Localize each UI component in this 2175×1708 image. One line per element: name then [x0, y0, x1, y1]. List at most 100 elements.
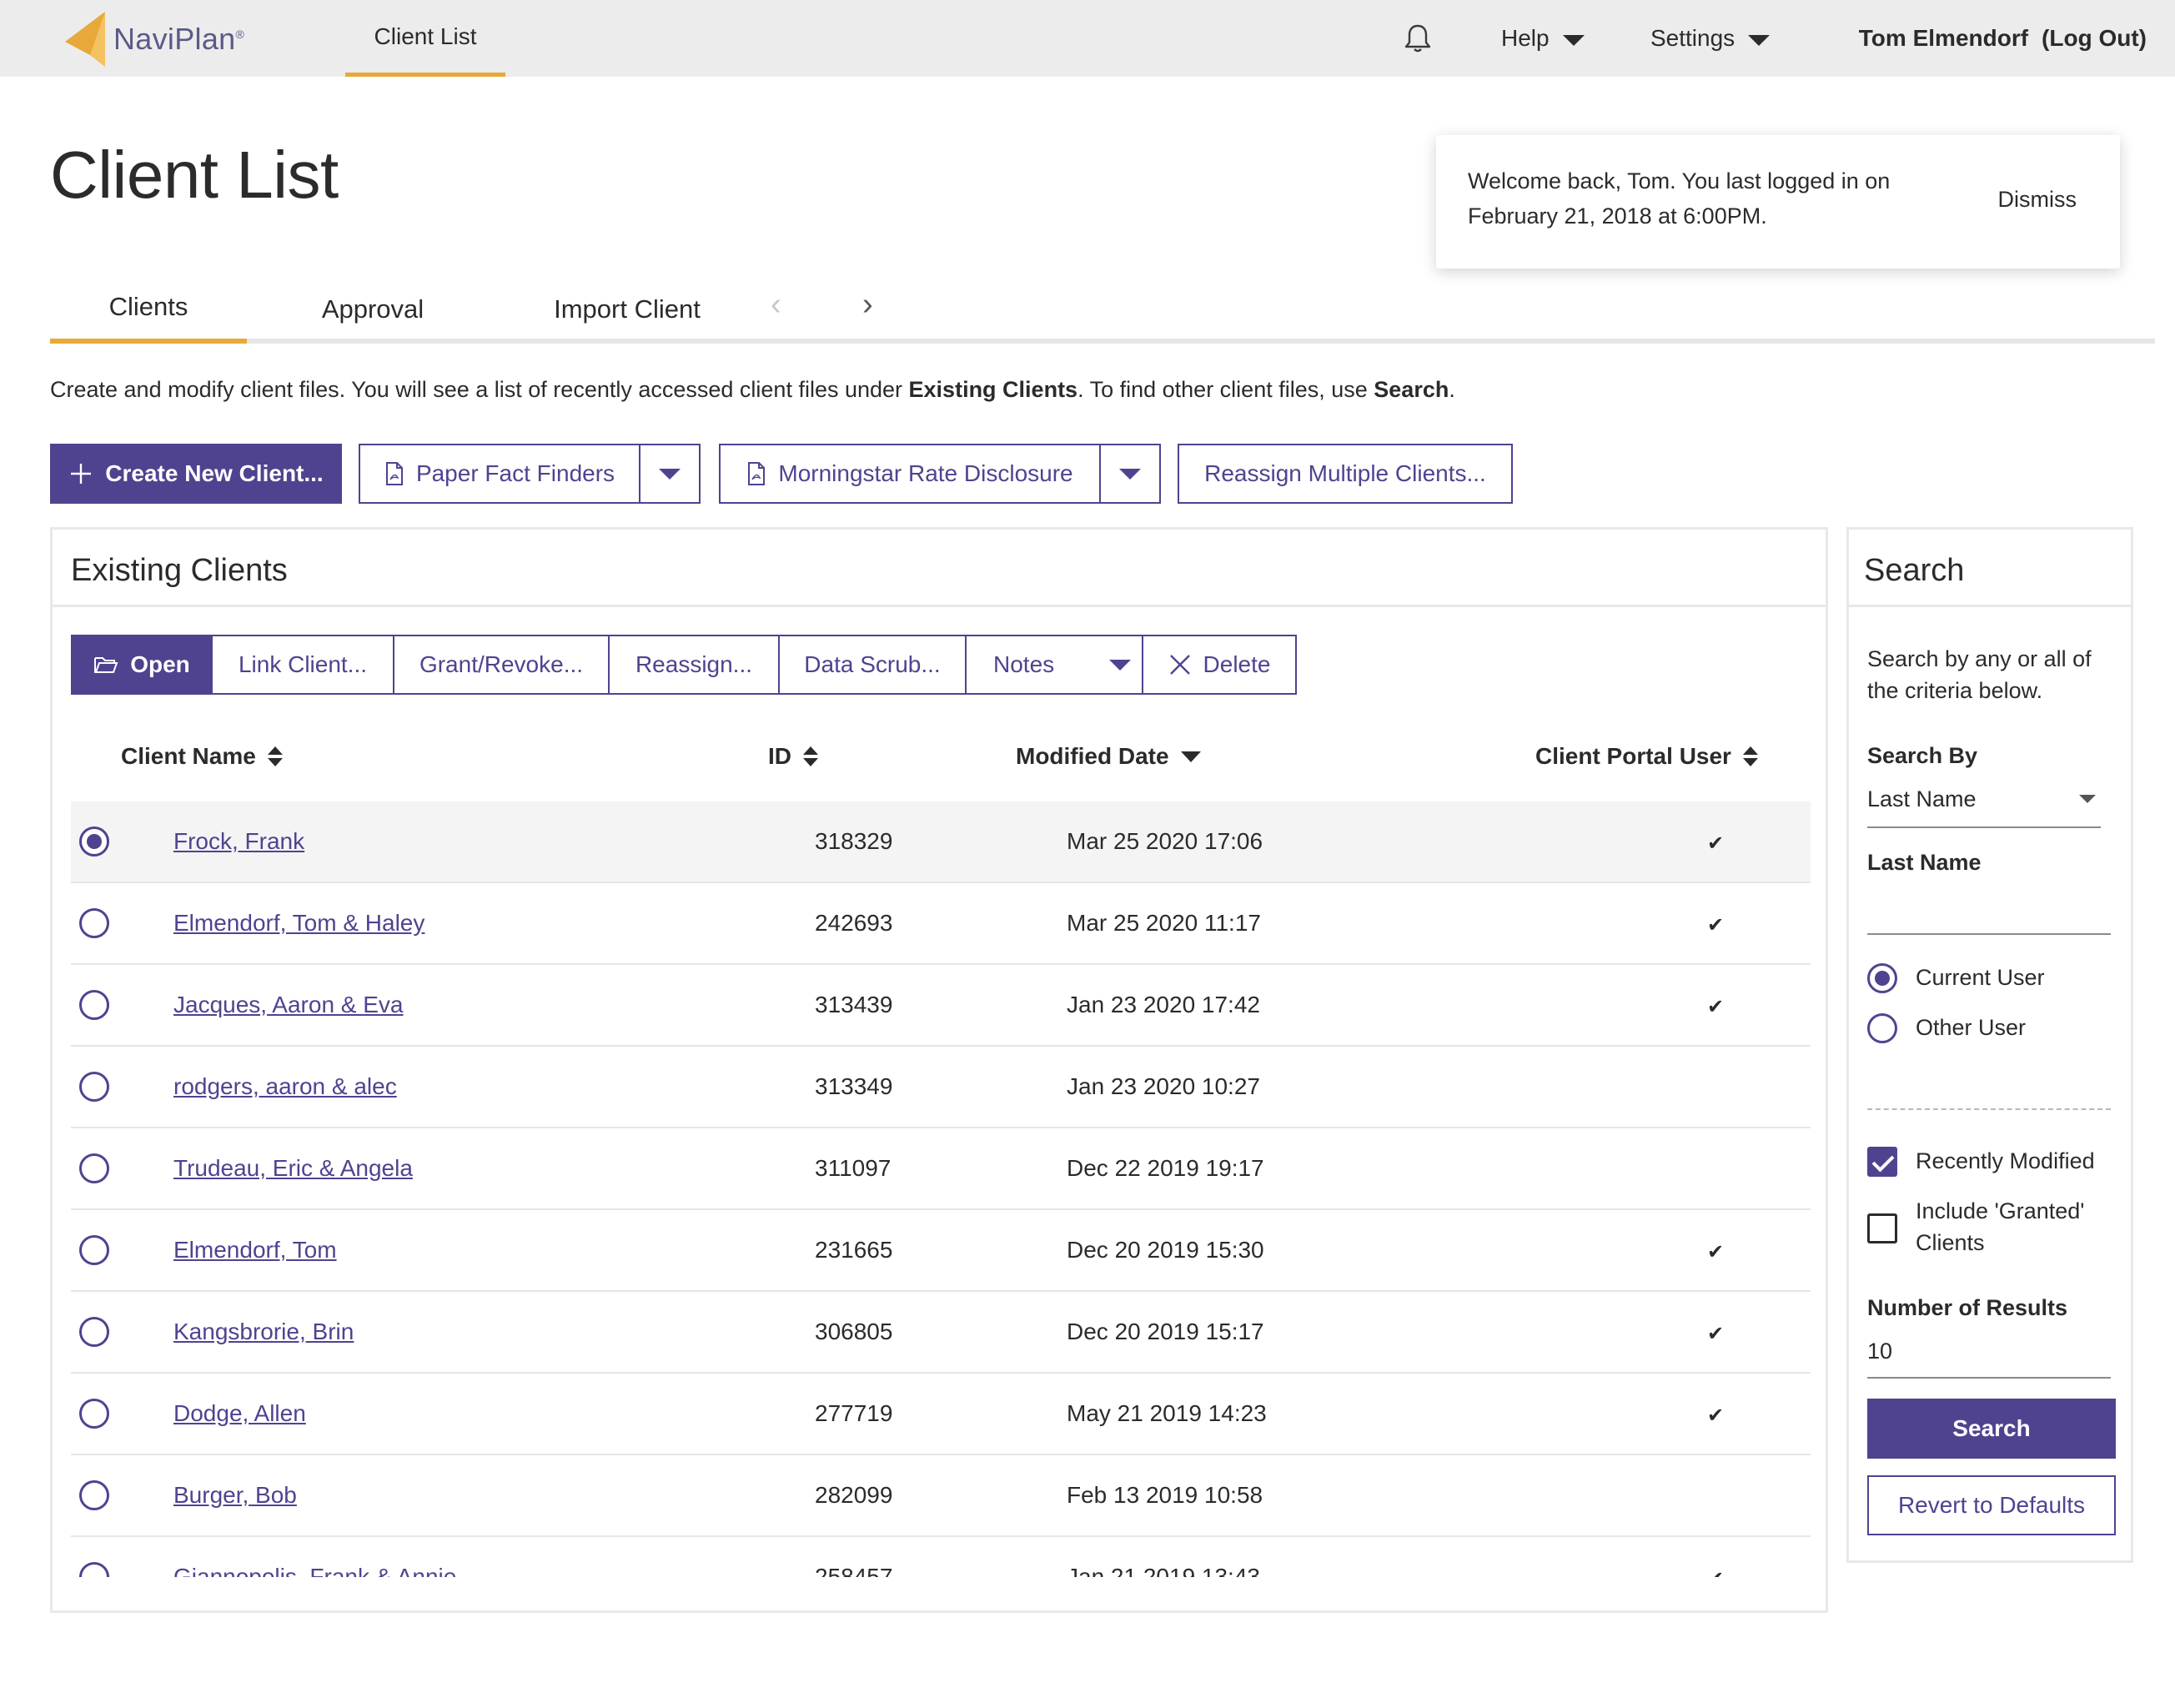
logout-link[interactable]: (Log Out)	[2042, 25, 2147, 52]
table-row[interactable]: Kangsbrorie, Brin 306805 Dec 20 2019 15:…	[71, 1292, 1811, 1374]
tab-approval[interactable]: Approval	[305, 275, 440, 344]
client-name-link[interactable]: Jacques, Aaron & Eva	[173, 992, 404, 1018]
current-user-label: Current User	[1916, 965, 2045, 990]
clients-toolbar: Open Link Client... Grant/Revoke... Reas…	[71, 635, 1297, 695]
data-scrub-button[interactable]: Data Scrub...	[778, 635, 967, 695]
notification-bell-icon[interactable]	[1401, 22, 1434, 55]
table-row[interactable]: Trudeau, Eric & Angela 311097 Dec 22 201…	[71, 1128, 1811, 1210]
client-id: 313349	[815, 1073, 893, 1099]
morningstar-rate-disclosure-button[interactable]: Morningstar Rate Disclosure	[719, 444, 1101, 504]
tab-import-client[interactable]: Import Client	[517, 275, 737, 344]
client-id: 258457	[815, 1564, 893, 1577]
intro-text: Create and modify client files. You will…	[50, 377, 1455, 402]
table-row[interactable]: Frock, Frank 318329 Mar 25 2020 17:06 ✔	[71, 801, 1811, 883]
top-navigation-bar: NaviPlan® Client List Help Settings Tom …	[0, 0, 2175, 77]
settings-menu[interactable]: Settings	[1650, 0, 1771, 77]
nav-tab-client-list[interactable]: Client List	[345, 0, 505, 77]
modified-date: Jan 23 2020 17:42	[1067, 992, 1260, 1017]
client-id: 277719	[815, 1400, 893, 1426]
client-id: 318329	[815, 828, 893, 854]
row-radio[interactable]	[79, 826, 109, 857]
help-menu[interactable]: Help	[1501, 0, 1585, 77]
client-name-link[interactable]: Giannopolis, Frank & Annie	[173, 1564, 456, 1577]
column-header-client-name[interactable]: Client Name	[121, 743, 283, 770]
create-new-client-button[interactable]: Create New Client...	[50, 444, 342, 504]
number-of-results-label: Number of Results	[1867, 1295, 2068, 1320]
tab-prev-arrow-icon[interactable]: ‹	[771, 287, 781, 323]
delete-button[interactable]: Delete	[1142, 635, 1297, 695]
table-row[interactable]: Elmendorf, Tom & Haley 242693 Mar 25 202…	[71, 883, 1811, 965]
client-id: 313439	[815, 992, 893, 1017]
row-radio[interactable]	[79, 1235, 109, 1265]
table-row[interactable]: Elmendorf, Tom 231665 Dec 20 2019 15:30 …	[71, 1210, 1811, 1292]
client-name-link[interactable]: Elmendorf, Tom	[173, 1237, 337, 1263]
portal-user-check-icon: ✔	[1707, 1323, 1725, 1345]
recently-modified-checkbox[interactable]	[1867, 1147, 1897, 1177]
last-name-input[interactable]	[1867, 890, 2111, 923]
current-user-radio[interactable]	[1867, 963, 1897, 993]
sort-icon	[1742, 746, 1758, 766]
last-name-label: Last Name	[1867, 850, 1982, 875]
client-name-link[interactable]: rodgers, aaron & alec	[173, 1073, 397, 1100]
modified-date: Jan 21 2019 13:43	[1067, 1564, 1260, 1577]
select-underline	[1867, 826, 2101, 828]
panel-divider	[53, 605, 1826, 607]
modified-date: Mar 25 2020 11:17	[1067, 910, 1261, 936]
plus-icon	[68, 461, 93, 486]
reassign-multiple-clients-button[interactable]: Reassign Multiple Clients...	[1178, 444, 1513, 504]
column-header-client-portal-user[interactable]: Client Portal User	[1535, 743, 1758, 770]
naviplan-logo[interactable]: NaviPlan®	[65, 12, 244, 67]
notes-dropdown[interactable]: Notes	[965, 635, 1143, 695]
client-name-link[interactable]: Elmendorf, Tom & Haley	[173, 910, 424, 937]
sort-descending-icon	[1180, 751, 1201, 762]
number-of-results-input[interactable]: 10	[1867, 1335, 2111, 1367]
table-row[interactable]: Burger, Bob 282099 Feb 13 2019 10:58	[71, 1455, 1811, 1537]
paper-fact-finders-dropdown[interactable]	[639, 444, 701, 504]
morningstar-dropdown[interactable]	[1099, 444, 1161, 504]
open-button[interactable]: Open	[71, 635, 213, 695]
row-radio[interactable]	[79, 1072, 109, 1102]
row-radio[interactable]	[79, 990, 109, 1020]
other-user-radio[interactable]	[1867, 1013, 1897, 1043]
portal-user-check-icon: ✔	[1707, 1567, 1724, 1577]
grant-revoke-button[interactable]: Grant/Revoke...	[393, 635, 610, 695]
chevron-down-icon	[1562, 34, 1585, 46]
table-row[interactable]: Jacques, Aaron & Eva 313439 Jan 23 2020 …	[71, 965, 1811, 1047]
row-radio[interactable]	[79, 1480, 109, 1510]
tab-clients[interactable]: Clients	[50, 275, 247, 344]
include-granted-checkbox[interactable]	[1867, 1213, 1897, 1243]
chevron-down-icon	[659, 468, 681, 480]
row-radio[interactable]	[79, 908, 109, 938]
revert-to-defaults-button[interactable]: Revert to Defaults	[1867, 1475, 2116, 1535]
client-name-link[interactable]: Kangsbrorie, Brin	[173, 1319, 354, 1345]
client-name-link[interactable]: Trudeau, Eric & Angela	[173, 1155, 413, 1182]
client-id: 231665	[815, 1237, 893, 1263]
folder-open-icon	[94, 657, 118, 673]
row-radio[interactable]	[79, 1562, 109, 1577]
link-client-button[interactable]: Link Client...	[211, 635, 394, 695]
table-row[interactable]: Giannopolis, Frank & Annie 258457 Jan 21…	[71, 1537, 1811, 1577]
dismiss-button[interactable]: Dismiss	[1998, 187, 2077, 213]
column-header-id[interactable]: ID	[768, 743, 818, 770]
client-name-link[interactable]: Dodge, Allen	[173, 1400, 306, 1427]
search-by-label: Search By	[1867, 743, 1978, 768]
search-button[interactable]: Search	[1867, 1399, 2116, 1459]
tab-next-arrow-icon[interactable]: ›	[862, 287, 873, 323]
row-radio[interactable]	[79, 1153, 109, 1183]
client-name-link[interactable]: Frock, Frank	[173, 828, 304, 855]
column-header-modified-date[interactable]: Modified Date	[1016, 743, 1201, 770]
reassign-button[interactable]: Reassign...	[608, 635, 780, 695]
help-label: Help	[1501, 25, 1550, 51]
client-id: 242693	[815, 910, 893, 936]
search-by-select[interactable]: Last Name	[1867, 783, 2101, 818]
modified-date: Jan 23 2020 10:27	[1067, 1073, 1260, 1099]
table-row[interactable]: rodgers, aaron & alec 313349 Jan 23 2020…	[71, 1047, 1811, 1128]
table-row[interactable]: Dodge, Allen 277719 May 21 2019 14:23 ✔	[71, 1374, 1811, 1455]
portal-user-check-icon: ✔	[1707, 996, 1725, 1018]
page-title: Client List	[50, 138, 339, 212]
paper-fact-finders-button[interactable]: Paper Fact Finders	[359, 444, 640, 504]
clients-table-body: Frock, Frank 318329 Mar 25 2020 17:06 ✔ …	[71, 801, 1811, 1577]
row-radio[interactable]	[79, 1317, 109, 1347]
row-radio[interactable]	[79, 1399, 109, 1429]
client-name-link[interactable]: Burger, Bob	[173, 1482, 297, 1509]
